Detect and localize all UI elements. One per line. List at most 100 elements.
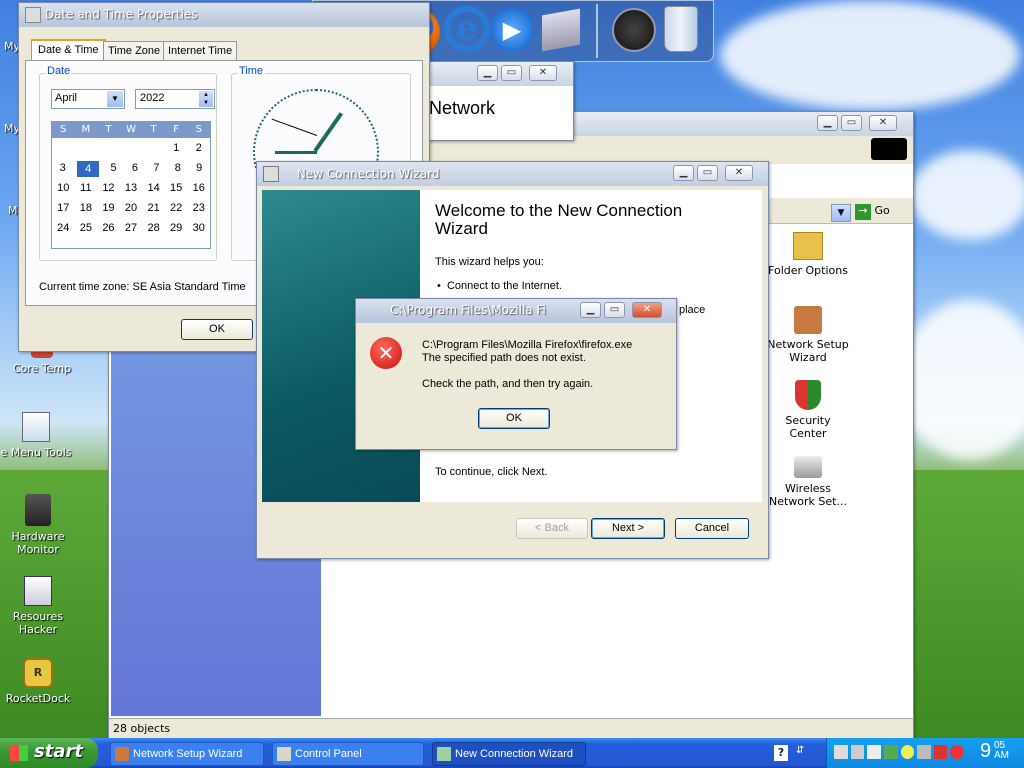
calendar-day[interactable]: 17 (52, 200, 75, 218)
desktop-icon-resource-hacker[interactable]: Resoures Hacker (0, 576, 80, 636)
window-title: New Connection Wizard (296, 166, 440, 181)
cp-item-label: Network Setup Wizard (767, 338, 849, 364)
maximize-button[interactable]: ▭ (501, 65, 522, 81)
error-dialog[interactable]: C:\Program Files\Mozilla Fi ▁ ▭ ✕ ✕ C:\P… (355, 298, 677, 450)
calendar-day[interactable]: 13 (120, 180, 143, 198)
calendar-day[interactable]: 5 (103, 160, 124, 178)
minimize-button[interactable]: ▁ (817, 115, 838, 131)
minimize-button[interactable]: ▁ (580, 302, 601, 318)
volume-tray-icon[interactable] (917, 745, 931, 759)
monitor-tray-icon[interactable] (850, 745, 865, 759)
tray-icons[interactable] (834, 745, 964, 761)
calendar-day[interactable]: 16 (187, 180, 210, 198)
calendar[interactable]: SMTWTFS 1 2 3 4 5 6 7 8 9 10 11 12 13 14 15 16 17 18 19 20 2… (51, 121, 211, 249)
calendar-day[interactable]: 18 (75, 200, 98, 218)
error-ok-button[interactable]: OK (478, 408, 550, 429)
start-label: start (34, 741, 83, 762)
shield-tray-icon[interactable] (883, 745, 898, 759)
task-control-panel[interactable]: Control Panel (272, 742, 424, 766)
resource-hacker-icon (24, 576, 52, 606)
desktop-icon-menu-tools[interactable]: e Menu Tools (0, 412, 78, 459)
year-spinner[interactable]: 2022 ▲ ▼ (135, 89, 215, 109)
cross-tray-icon[interactable] (950, 745, 964, 759)
maximize-button[interactable]: ▭ (697, 165, 718, 181)
calendar-day[interactable]: 7 (146, 160, 167, 178)
calendar-week: 10 11 12 13 14 15 16 (52, 180, 210, 198)
tab-internet-time[interactable]: Internet Time (163, 41, 238, 61)
task-network-setup-wizard[interactable]: Network Setup Wizard (110, 742, 264, 766)
clock[interactable]: 9 05 AM (980, 740, 1009, 763)
close-button[interactable]: ✕ (632, 302, 662, 318)
cancel-button[interactable]: Cancel (675, 518, 749, 539)
calendar-week: 3456789 (52, 160, 210, 178)
calendar-day[interactable]: 2 (187, 140, 210, 158)
calendar-day[interactable]: 4 (77, 161, 99, 177)
media-player-icon[interactable]: ▶ (490, 8, 534, 52)
calendar-day[interactable]: 26 (97, 220, 120, 238)
calendar-day[interactable]: 12 (97, 180, 120, 198)
maximize-button[interactable]: ▭ (604, 302, 625, 318)
windows-logo-icon[interactable] (612, 8, 656, 52)
tab-date-time[interactable]: Date & Time (31, 39, 106, 61)
task-new-connection-wizard[interactable]: New Connection Wizard (432, 742, 586, 766)
calendar-day[interactable]: 14 (142, 180, 165, 198)
calendar-day[interactable]: 1 (165, 140, 188, 158)
go-button[interactable]: → Go (855, 204, 899, 222)
smiley-tray-icon[interactable] (900, 745, 915, 759)
start-button[interactable]: start (0, 738, 98, 768)
minimize-button[interactable]: ▁ (477, 65, 498, 81)
grid-tray-icon[interactable] (933, 745, 948, 759)
calendar-day[interactable]: 6 (124, 160, 145, 178)
calendar-day[interactable]: 21 (142, 200, 165, 218)
status-text: 28 objects (113, 722, 171, 735)
network-icon[interactable] (542, 8, 580, 52)
help-icon[interactable]: ? (774, 745, 788, 761)
cp-item-folder-options[interactable]: Folder Options (766, 232, 850, 277)
calendar-day[interactable]: 30 (187, 220, 210, 238)
hardware-monitor-icon (25, 494, 51, 526)
close-button[interactable]: ✕ (725, 165, 753, 181)
xp-logo-icon (871, 138, 907, 160)
year-value: 2022 (140, 92, 165, 104)
calendar-day[interactable]: 8 (167, 160, 188, 178)
calendar-day[interactable]: 29 (165, 220, 188, 238)
desktop-icon-rocketdock[interactable]: R RocketDock (0, 658, 80, 705)
ok-button[interactable]: OK (181, 319, 253, 340)
calendar-day[interactable]: 23 (187, 200, 210, 218)
desktop-icon-hardware-monitor[interactable]: Hardware Monitor (0, 494, 80, 556)
back-button[interactable]: < Back (516, 518, 588, 539)
calendar-day[interactable]: 11 (75, 180, 98, 198)
network-setup-window[interactable]: ▁ ▭ ✕ Network (420, 61, 574, 141)
recycle-bin-icon[interactable] (664, 6, 698, 52)
minimize-button[interactable]: ▁ (673, 165, 694, 181)
calendar-day[interactable]: 28 (142, 220, 165, 238)
tray-expand-icon[interactable]: ⇵ (796, 745, 810, 761)
calendar-day[interactable]: 22 (165, 200, 188, 218)
cp-item-security-center[interactable]: Security Center (766, 380, 850, 440)
calendar-day[interactable]: 27 (120, 220, 143, 238)
calendar-day[interactable]: 25 (75, 220, 98, 238)
cp-item-network-setup-wizard[interactable]: Network Setup Wizard (766, 306, 850, 364)
network-tray-icon[interactable] (834, 745, 848, 759)
address-dropdown[interactable]: ▼ (831, 204, 851, 222)
next-button[interactable]: Next > (591, 518, 665, 539)
tab-time-zone[interactable]: Time Zone (103, 41, 166, 61)
calendar-day[interactable]: 20 (120, 200, 143, 218)
language-tray-icon[interactable] (867, 745, 881, 759)
internet-explorer-icon[interactable]: e (444, 6, 490, 52)
calendar-day[interactable]: 9 (189, 160, 210, 178)
windows-flag-icon (10, 745, 28, 761)
month-select[interactable]: April ▼ (51, 89, 125, 109)
calendar-day[interactable]: 3 (52, 160, 73, 178)
cp-item-wireless-network[interactable]: Wireless Network Set... (766, 456, 850, 508)
calendar-day[interactable]: 15 (165, 180, 188, 198)
calendar-day[interactable]: 24 (52, 220, 75, 238)
close-button[interactable]: ✕ (869, 115, 897, 131)
calendar-day[interactable]: 19 (97, 200, 120, 218)
close-button[interactable]: ✕ (529, 65, 557, 81)
wizard-app-icon (263, 166, 279, 182)
maximize-button[interactable]: ▭ (841, 115, 862, 131)
spinner-arrows-icon[interactable]: ▲ ▼ (199, 91, 213, 107)
calendar-day[interactable]: 10 (52, 180, 75, 198)
clock-second-hand (271, 118, 317, 136)
